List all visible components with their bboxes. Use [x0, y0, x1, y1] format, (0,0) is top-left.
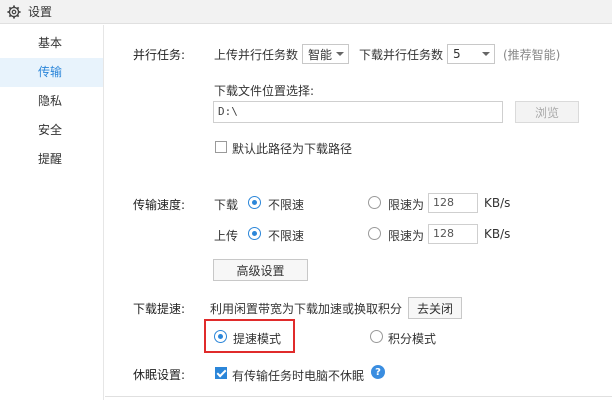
title-bar: 设置 [0, 0, 612, 24]
download-parallel-select[interactable]: 5 [447, 44, 495, 64]
boost-section-label: 下载提速: [133, 302, 186, 316]
download-limit-radio[interactable] [368, 196, 381, 209]
upload-speed-label: 上传 [214, 229, 239, 243]
download-limit-unit: KB/s [484, 196, 511, 210]
boost-description: 利用闲置带宽为下载加速或换取积分 [210, 302, 403, 316]
sidebar-item-privacy[interactable]: 隐私 [0, 87, 103, 116]
download-limit-label: 限速为 [388, 198, 425, 212]
no-sleep-label: 有传输任务时电脑不休眠 [232, 369, 365, 383]
upload-unlimited-radio[interactable] [248, 227, 261, 240]
no-sleep-checkbox[interactable] [215, 367, 227, 379]
sidebar-item-transfer[interactable]: 传输 [0, 58, 103, 87]
upload-parallel-value: 智能 [308, 47, 333, 62]
default-path-label: 默认此路径为下载路径 [232, 142, 353, 156]
divider [105, 396, 612, 397]
advanced-settings-button[interactable]: 高级设置 [213, 259, 308, 281]
download-limit-input[interactable]: 128 [428, 193, 478, 213]
upload-limit-input[interactable]: 128 [428, 224, 478, 244]
download-speed-label: 下载 [214, 198, 239, 212]
chevron-down-icon [482, 52, 490, 56]
upload-parallel-select[interactable]: 智能 [302, 44, 349, 64]
download-location-label: 下载文件位置选择: [214, 84, 315, 98]
download-parallel-value: 5 [453, 47, 461, 61]
sidebar-item-security[interactable]: 安全 [0, 116, 103, 145]
sidebar-item-reminder[interactable]: 提醒 [0, 145, 103, 174]
boost-close-button[interactable]: 去关闭 [408, 297, 462, 319]
upload-limit-label: 限速为 [388, 229, 425, 243]
speed-mode-radio[interactable] [214, 330, 227, 343]
chevron-down-icon [336, 52, 344, 56]
upload-limit-unit: KB/s [484, 227, 511, 241]
speed-section-label: 传输速度: [133, 198, 186, 212]
points-mode-label: 积分模式 [388, 332, 437, 346]
download-parallel-label: 下载并行任务数 [359, 48, 444, 62]
browse-button[interactable]: 浏览 [515, 101, 579, 123]
download-unlimited-label: 不限速 [268, 198, 305, 212]
upload-unlimited-label: 不限速 [268, 229, 305, 243]
download-unlimited-radio[interactable] [248, 196, 261, 209]
parallel-hint: (推荐智能) [503, 48, 561, 62]
download-path-input[interactable]: D:\ [213, 101, 503, 123]
sleep-section-label: 休眠设置: [133, 368, 186, 382]
parallel-section-label: 并行任务: [133, 48, 186, 62]
question-icon[interactable]: ? [371, 365, 385, 379]
upload-parallel-label: 上传并行任务数 [214, 48, 299, 62]
sidebar-item-basic[interactable]: 基本 [0, 29, 103, 58]
gear-icon [6, 4, 22, 20]
default-path-checkbox[interactable] [215, 141, 227, 153]
points-mode-radio[interactable] [370, 330, 383, 343]
window-title: 设置 [28, 5, 53, 19]
speed-mode-label: 提速模式 [233, 332, 282, 346]
upload-limit-radio[interactable] [368, 227, 381, 240]
settings-sidebar: 基本 传输 隐私 安全 提醒 [0, 25, 104, 400]
